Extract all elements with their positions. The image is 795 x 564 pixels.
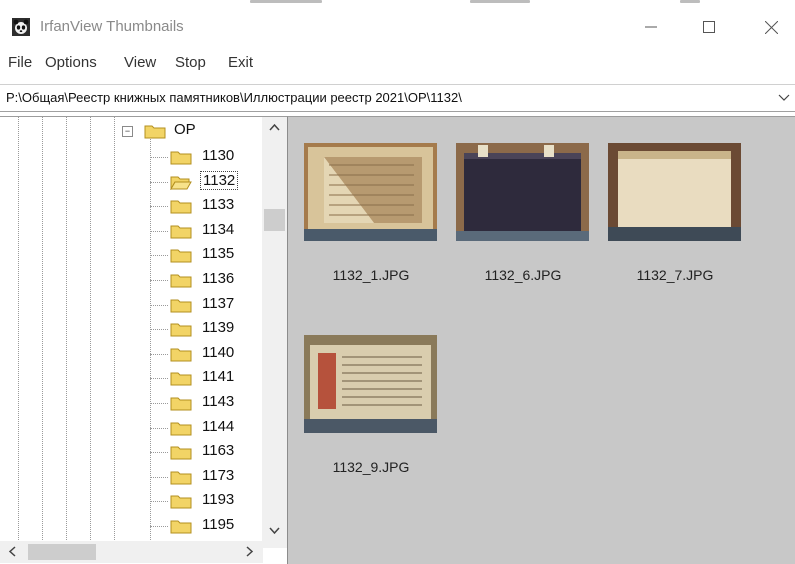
thumbnail-item[interactable]: 1132_1.JPG <box>288 117 438 287</box>
close-icon <box>764 20 778 34</box>
window-title: IrfanView Thumbnails <box>40 18 184 35</box>
scroll-right-arrow-icon[interactable] <box>246 546 254 557</box>
tree-folder-label: 1137 <box>202 295 235 312</box>
folder-icon <box>170 397 192 411</box>
tree-folder-label: 1134 <box>202 221 235 238</box>
tree-branch-line <box>150 526 168 527</box>
tree-branch-line <box>150 403 168 404</box>
thumbnail-filename: 1132_1.JPG <box>332 267 410 283</box>
tree-folder-label: 1139 <box>202 319 235 336</box>
minimize-icon <box>645 26 657 28</box>
tree-guide-line <box>90 117 91 548</box>
scrollbar-thumb[interactable] <box>264 209 285 231</box>
tree-folder-label: 1195 <box>202 516 235 533</box>
scrollbar-thumb[interactable] <box>28 544 96 560</box>
thumbnail-item[interactable]: 1132_9.JPG <box>288 309 438 479</box>
top-edge <box>0 0 795 8</box>
open-folder-icon <box>170 176 192 190</box>
scroll-down-arrow-icon[interactable] <box>269 527 280 535</box>
tree-folder-label: 1136 <box>202 270 235 287</box>
tree-branch-line <box>150 280 168 281</box>
menu-file[interactable]: File <box>8 54 32 71</box>
thumbnail-filename: 1132_9.JPG <box>332 459 410 475</box>
thumbnail-item[interactable]: 1132_7.JPG <box>592 117 742 287</box>
menu-bar: File Options View Stop Exit <box>0 46 795 80</box>
tree-folder-label: 1141 <box>202 368 235 385</box>
folder-icon <box>170 348 192 362</box>
folder-icon <box>170 225 192 239</box>
menu-view[interactable]: View <box>124 54 156 71</box>
maximize-button[interactable] <box>686 8 732 46</box>
title-bar[interactable]: IrfanView Thumbnails <box>0 8 795 46</box>
tree-folder-label: 1163 <box>202 442 235 459</box>
path-combobox[interactable]: P:\Общая\Реестр книжных памятников\Иллюс… <box>0 84 795 112</box>
tree-branch-line <box>150 428 168 429</box>
thumbnail-filename: 1132_6.JPG <box>484 267 562 283</box>
thumbnail-item[interactable]: 1132_6.JPG <box>440 117 590 287</box>
folder-icon <box>170 200 192 214</box>
tree-folder-label: 1144 <box>202 418 235 435</box>
folder-tree[interactable]: − ОР 1130 1132 1133 1134 1135 1136 1137 1139 114… <box>0 116 287 548</box>
thumbnail-image[interactable] <box>304 335 437 433</box>
folder-icon <box>170 274 192 288</box>
thumbnail-image[interactable] <box>456 143 589 241</box>
maximize-icon <box>703 21 715 33</box>
folder-icon <box>170 323 192 337</box>
tree-folder-label: 1130 <box>202 147 235 164</box>
tree-branch-line <box>150 378 168 379</box>
tree-branch-line <box>150 139 151 548</box>
menu-stop[interactable]: Stop <box>175 54 206 71</box>
thumbnail-filename: 1132_7.JPG <box>636 267 714 283</box>
tree-folder-label: 1132 <box>200 171 239 190</box>
tree-branch-line <box>150 477 168 478</box>
folder-icon <box>170 151 192 165</box>
tree-guide-line <box>42 117 43 548</box>
thumbnail-pane[interactable]: 1132_1.JPG 1132_6.JPG 1132_7.JPG 1132_9.… <box>287 116 795 564</box>
tree-branch-line <box>150 329 168 330</box>
folder-tree-content: − ОР 1130 1132 1133 1134 1135 1136 1137 1139 114… <box>0 117 262 548</box>
path-input[interactable]: P:\Общая\Реестр книжных памятников\Иллюс… <box>6 90 462 105</box>
folder-icon <box>170 495 192 509</box>
thumbnail-image[interactable] <box>304 143 437 241</box>
tree-branch-line <box>150 452 168 453</box>
tree-node-label: ОР <box>174 121 196 138</box>
tree-folder-label: 1173 <box>202 467 235 484</box>
tree-folder-label: 1135 <box>202 245 235 262</box>
menu-options[interactable]: Options <box>45 54 97 71</box>
collapse-icon[interactable]: − <box>122 126 133 137</box>
tree-folder-label: 1143 <box>202 393 235 410</box>
tree-folder-label: 1133 <box>202 196 235 213</box>
folder-icon <box>144 125 166 139</box>
menu-exit[interactable]: Exit <box>228 54 253 71</box>
folder-icon <box>170 520 192 534</box>
tree-branch-line <box>150 255 168 256</box>
close-button[interactable] <box>748 8 794 46</box>
tree-branch-line <box>150 305 168 306</box>
folder-icon <box>170 249 192 263</box>
tree-horizontal-scrollbar[interactable] <box>0 541 263 563</box>
folder-icon <box>170 299 192 313</box>
tree-branch-line <box>150 354 168 355</box>
scroll-up-arrow-icon[interactable] <box>269 123 280 131</box>
minimize-button[interactable] <box>628 8 674 46</box>
folder-icon <box>170 471 192 485</box>
tree-branch-line <box>150 157 168 158</box>
chevron-down-icon[interactable] <box>778 91 790 103</box>
tree-branch-line <box>150 182 168 183</box>
irfanview-panda-icon[interactable] <box>12 18 30 36</box>
tree-guide-line <box>114 117 115 548</box>
tree-branch-line <box>150 206 168 207</box>
tree-guide-line <box>18 117 19 548</box>
folder-icon <box>170 446 192 460</box>
thumbnail-image[interactable] <box>608 143 741 241</box>
folder-icon <box>170 372 192 386</box>
scroll-left-arrow-icon[interactable] <box>8 546 16 557</box>
folder-icon <box>170 422 192 436</box>
tree-folder-label: 1193 <box>202 491 235 508</box>
tree-guide-line <box>66 117 67 548</box>
tree-vertical-scrollbar[interactable] <box>262 117 287 548</box>
tree-branch-line <box>150 231 168 232</box>
tree-folder-label: 1140 <box>202 344 235 361</box>
tree-branch-line <box>150 501 168 502</box>
